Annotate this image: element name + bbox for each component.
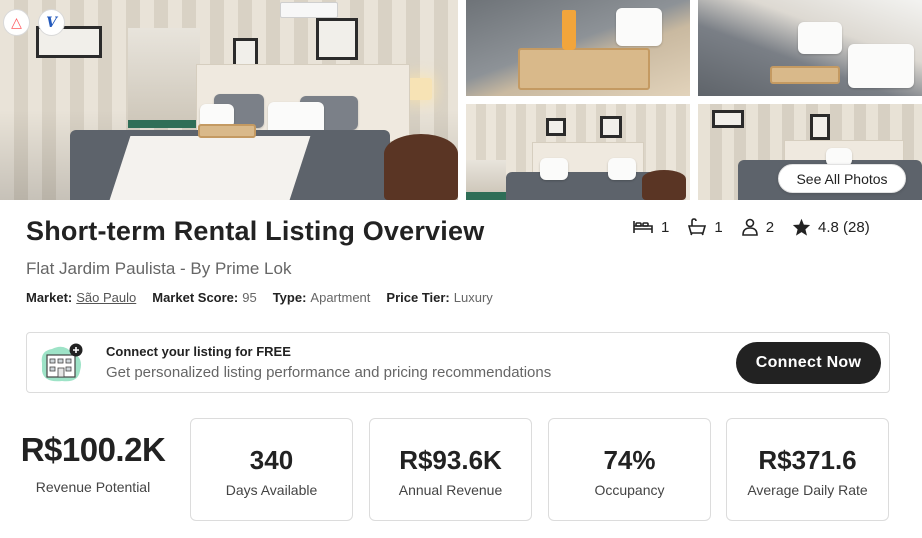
juice-glass — [562, 10, 576, 50]
page-title: Short-term Rental Listing Overview — [26, 216, 485, 246]
stat-label: Annual Revenue — [398, 482, 503, 498]
type-field: Type: Apartment — [273, 290, 371, 305]
stat-label: Days Available — [225, 482, 318, 498]
stat-card-days-available: 340 Days Available — [190, 418, 353, 521]
breakfast-tray — [198, 124, 256, 138]
wall-frame — [316, 18, 358, 60]
amenities-row: 1 1 2 4.8 (28) — [632, 218, 870, 236]
bedrooms-count: 1 — [661, 218, 670, 236]
window — [128, 28, 200, 128]
type-label: Type: — [272, 290, 307, 305]
window — [466, 160, 506, 200]
gallery-photo-2[interactable] — [466, 0, 690, 96]
stat-card-annual-revenue: R$93.6K Annual Revenue — [369, 418, 532, 521]
revenue-potential-value: R$100.2K — [20, 431, 166, 468]
bathrooms: 1 — [687, 218, 723, 236]
stat-value: 340 — [249, 445, 294, 475]
bathrooms-count: 1 — [714, 218, 723, 236]
stat-label: Average Daily Rate — [747, 482, 868, 498]
market-score-field: Market Score: 95 — [152, 290, 256, 305]
market-link[interactable]: São Paulo — [76, 290, 136, 305]
listing-meta: Market: São Paulo Market Score: 95 Type: Ap… — [26, 290, 493, 305]
airbnb-logo-icon: △ — [3, 9, 30, 36]
stat-value: R$93.6K — [399, 445, 502, 475]
guests-count: 2 — [765, 218, 775, 236]
stat-label: Occupancy — [594, 482, 665, 498]
wall-frame — [712, 110, 744, 128]
stat-card-average-daily-rate: R$371.6 Average Daily Rate — [726, 418, 889, 521]
guests: 2 — [741, 218, 774, 236]
bedrooms: 1 — [632, 219, 669, 236]
banner-description: Get personalized listing performance and… — [106, 364, 552, 381]
type-value: Apartment — [310, 290, 371, 305]
gallery-photo-4[interactable] — [466, 104, 690, 200]
air-conditioner — [280, 2, 338, 18]
bathtub-icon — [688, 218, 707, 236]
market-score-label: Market Score: — [152, 290, 239, 305]
stat-value: 74% — [603, 445, 656, 475]
rating-value: 4.8 (28) — [818, 218, 870, 236]
market-score-value: 95 — [242, 290, 257, 305]
pillow — [608, 158, 636, 180]
price-tier-value: Luxury — [453, 290, 493, 305]
see-all-photos-button[interactable]: See All Photos — [778, 164, 906, 193]
pillow — [848, 44, 914, 88]
market-field: Market: São Paulo — [26, 290, 136, 305]
gallery-photo-3[interactable] — [698, 0, 922, 96]
market-label: Market: — [26, 290, 73, 305]
banner-title: Connect your listing for FREE — [106, 344, 291, 359]
vrbo-logo-icon: V — [38, 9, 65, 36]
wall-frame — [810, 114, 830, 140]
price-tier-label: Price Tier: — [386, 290, 450, 305]
connect-now-button[interactable]: Connect Now — [736, 342, 881, 384]
main-photo[interactable] — [0, 0, 458, 200]
person-icon — [741, 218, 758, 236]
nightstand — [384, 134, 458, 200]
listing-name: Flat Jardim Paulista - By Prime Lok — [26, 259, 292, 278]
bed-sheet — [109, 136, 311, 200]
bed-icon — [633, 221, 653, 233]
rating: 4.8 (28) — [792, 218, 870, 236]
star-icon — [792, 218, 811, 236]
connect-banner: Connect your listing for FREE Get person… — [26, 332, 890, 393]
photo-gallery: △ V See All Photos — [0, 0, 922, 200]
pillow — [798, 22, 842, 54]
pillow — [616, 8, 662, 46]
wall-frame — [600, 116, 622, 138]
price-tier-field: Price Tier: Luxury — [386, 290, 492, 305]
wall-frame — [546, 118, 566, 136]
building-plus-icon — [41, 343, 83, 382]
stat-value: R$371.6 — [758, 445, 857, 475]
revenue-potential-label: Revenue Potential — [35, 479, 151, 495]
pillow — [540, 158, 568, 180]
breakfast-tray — [518, 48, 650, 90]
stat-card-occupancy: 74% Occupancy — [548, 418, 711, 521]
revenue-potential: R$100.2K Revenue Potential — [0, 431, 186, 495]
nightstand — [642, 170, 686, 200]
breakfast-tray — [770, 66, 840, 84]
